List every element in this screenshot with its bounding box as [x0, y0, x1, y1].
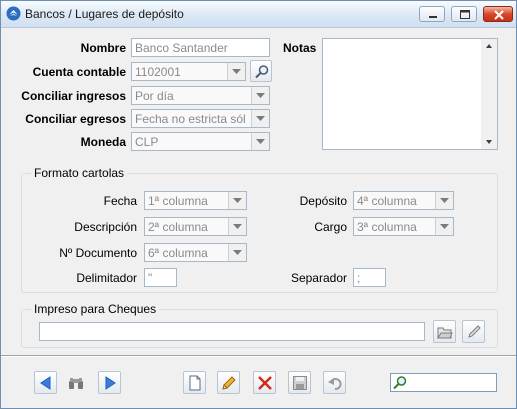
delete-x-icon [258, 376, 272, 390]
chevron-down-icon [251, 133, 269, 150]
descripcion-select[interactable]: 2ª columna [144, 217, 247, 236]
notas-label: Notas [283, 41, 317, 55]
pencil-icon [468, 325, 481, 338]
lookup-account-button[interactable] [250, 60, 272, 82]
chevron-down-icon [251, 110, 269, 127]
conciliar-ingresos-select[interactable]: Por día [131, 86, 270, 105]
conciliar-ingresos-value: Por día [135, 89, 174, 103]
new-document-icon [189, 375, 201, 391]
nombre-field[interactable]: Banco Santander [131, 38, 270, 57]
moneda-value: CLP [135, 135, 159, 149]
edit-cheque-format-button[interactable] [462, 320, 485, 343]
descripcion-value: 2ª columna [148, 220, 208, 234]
maximize-button[interactable] [451, 6, 477, 22]
impreso-cheques-title: Impreso para Cheques [31, 302, 160, 316]
cargo-value: 3ª columna [357, 220, 417, 234]
moneda-select[interactable]: CLP [131, 132, 270, 151]
nro-documento-select[interactable]: 6ª columna [144, 243, 247, 262]
cuenta-contable-value: 1102001 [135, 65, 181, 79]
impreso-cheques-field[interactable] [39, 322, 425, 341]
chevron-down-icon [227, 63, 245, 80]
formato-cartolas-title: Formato cartolas [31, 166, 128, 180]
chevron-down-icon [228, 192, 246, 209]
separador-field[interactable]: ; [353, 268, 386, 287]
main-window: Bancos / Lugares de depósito Nombre Banc… [0, 0, 517, 409]
next-record-button[interactable] [98, 371, 121, 394]
new-record-button[interactable] [183, 371, 206, 394]
search-box[interactable] [390, 373, 497, 392]
binoculars-icon [69, 378, 83, 389]
edit-pencil-icon [222, 376, 236, 390]
edit-record-button[interactable] [217, 371, 240, 394]
minimize-button[interactable] [419, 6, 445, 22]
delimitador-field[interactable]: " [144, 268, 177, 287]
moneda-label: Moneda [80, 135, 126, 149]
notas-textarea[interactable] [322, 38, 498, 150]
window-title: Bancos / Lugares de depósito [25, 7, 184, 21]
previous-record-button[interactable] [34, 371, 57, 394]
nro-documento-label: Nº Documento [59, 246, 137, 260]
next-arrow-icon [105, 376, 116, 390]
magnifier-icon [255, 65, 269, 79]
toolbar-separator [1, 355, 516, 357]
cuenta-contable-label: Cuenta contable [32, 65, 126, 79]
undo-button[interactable] [323, 371, 346, 394]
deposito-value: 4ª columna [357, 194, 417, 208]
fecha-value: 1ª columna [148, 194, 208, 208]
chevron-down-icon [228, 218, 246, 235]
cuenta-contable-select[interactable]: 1102001 [131, 62, 246, 81]
delimitador-label: Delimitador [76, 271, 137, 285]
delete-record-button[interactable] [253, 371, 276, 394]
nombre-label: Nombre [80, 41, 126, 55]
chevron-down-icon [435, 192, 453, 209]
undo-icon [328, 378, 342, 390]
save-disk-icon [293, 376, 307, 390]
search-records-button[interactable] [64, 371, 87, 394]
open-folder-icon [437, 327, 453, 339]
separador-label: Separador [290, 271, 347, 285]
magnifier-icon [393, 376, 407, 390]
conciliar-ingresos-label: Conciliar ingresos [21, 89, 126, 103]
search-input[interactable] [409, 375, 493, 390]
cargo-select[interactable]: 3ª columna [353, 217, 454, 236]
cargo-label: Cargo [314, 220, 347, 234]
conciliar-egresos-select[interactable]: Fecha no estricta sól [131, 109, 270, 128]
app-logo-icon [6, 6, 21, 21]
fecha-label: Fecha [103, 194, 137, 208]
nro-documento-value: 6ª columna [148, 246, 208, 260]
fecha-select[interactable]: 1ª columna [144, 191, 247, 210]
chevron-down-icon [228, 244, 246, 261]
descripcion-label: Descripción [74, 220, 137, 234]
prev-arrow-icon [40, 376, 51, 390]
conciliar-egresos-value: Fecha no estricta sól [135, 112, 246, 126]
close-button[interactable] [483, 6, 513, 22]
open-cheque-format-button[interactable] [433, 320, 456, 343]
save-record-button[interactable] [288, 371, 311, 394]
title-bar: Bancos / Lugares de depósito [1, 1, 516, 28]
conciliar-egresos-label: Conciliar egresos [25, 112, 126, 126]
deposito-label: Depósito [299, 194, 347, 208]
notas-scrollbar[interactable] [481, 39, 497, 149]
deposito-select[interactable]: 4ª columna [353, 191, 454, 210]
chevron-down-icon [435, 218, 453, 235]
chevron-down-icon [251, 87, 269, 104]
